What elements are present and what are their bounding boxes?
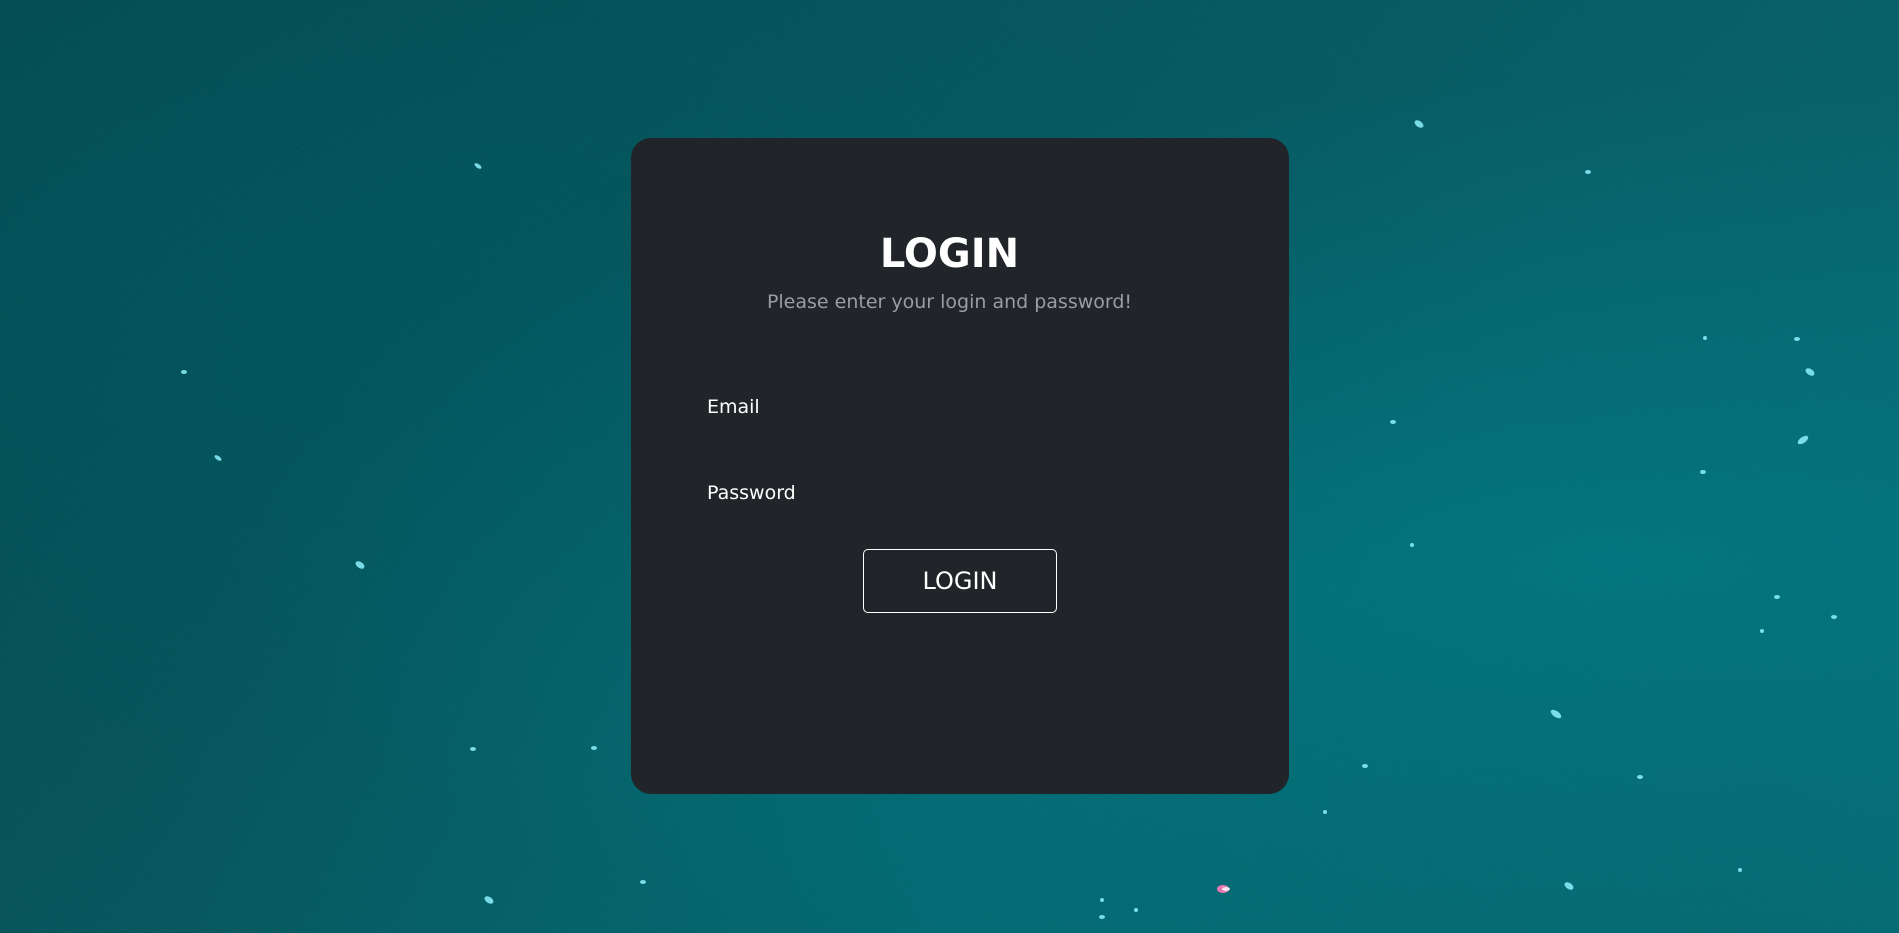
password-input[interactable] <box>707 448 1213 476</box>
login-button[interactable]: LOGIN <box>863 549 1057 613</box>
email-input[interactable] <box>707 362 1213 390</box>
login-title: LOGIN <box>879 231 1020 277</box>
login-subtitle: Please enter your login and password! <box>766 291 1133 313</box>
password-label: Password <box>707 482 796 504</box>
email-label: Email <box>707 396 760 418</box>
